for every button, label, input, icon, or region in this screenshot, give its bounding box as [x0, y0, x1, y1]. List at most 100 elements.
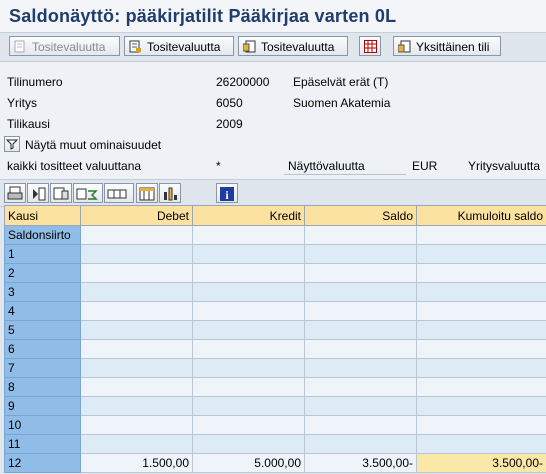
table-row[interactable]: Saldonsiirto — [4, 225, 546, 245]
cell-kausi[interactable]: 3 — [4, 282, 81, 302]
cell-kausi[interactable]: 10 — [4, 415, 81, 435]
cell-kausi[interactable]: Saldonsiirto — [4, 225, 81, 245]
table-row[interactable]: 11 — [4, 434, 546, 454]
filter-icon — [53, 187, 69, 200]
table-row[interactable]: 8 — [4, 377, 546, 397]
column-header-saldo[interactable]: Saldo — [304, 205, 417, 226]
layout-button[interactable] — [136, 183, 158, 203]
single-account-button[interactable]: Yksittäinen tili — [393, 36, 501, 56]
cell-kausi[interactable]: 5 — [4, 320, 81, 340]
chart-button[interactable] — [159, 183, 181, 203]
cell-kausi[interactable]: 1 — [4, 244, 81, 264]
cell-kredit[interactable]: 5.000,00 — [192, 453, 305, 473]
display-currency-underline — [284, 174, 406, 175]
cell-saldo[interactable] — [304, 415, 417, 435]
cell-kumuloitu[interactable]: 3.500,00- — [416, 453, 546, 473]
cell-kredit[interactable] — [192, 225, 305, 245]
info-button[interactable]: i — [216, 183, 238, 203]
document-currency-button[interactable]: Tositevaluutta — [124, 36, 234, 56]
cell-kumuloitu[interactable] — [416, 339, 546, 359]
cell-saldo[interactable] — [304, 320, 417, 340]
cell-debet[interactable] — [80, 377, 193, 397]
button-label: Yksittäinen tili — [416, 40, 490, 54]
cell-kumuloitu[interactable] — [416, 320, 546, 340]
cell-saldo[interactable] — [304, 339, 417, 359]
cell-kausi[interactable]: 6 — [4, 339, 81, 359]
cell-saldo[interactable] — [304, 225, 417, 245]
cell-kredit[interactable] — [192, 244, 305, 264]
cell-kumuloitu[interactable] — [416, 263, 546, 283]
filter-button[interactable] — [50, 183, 72, 203]
sum-button[interactable] — [73, 183, 103, 203]
show-more-button[interactable] — [4, 136, 20, 152]
table-row[interactable]: 12 1.500,00 5.000,00 3.500,00- 3.500,00- — [4, 453, 546, 473]
table-row[interactable]: 1 — [4, 244, 546, 264]
table-row[interactable]: 4 — [4, 301, 546, 321]
cell-debet[interactable] — [80, 434, 193, 454]
table-row[interactable]: 5 — [4, 320, 546, 340]
column-header-kausi[interactable]: Kausi — [4, 205, 81, 226]
column-header-debet[interactable]: Debet — [80, 205, 193, 226]
cell-kumuloitu[interactable] — [416, 301, 546, 321]
cell-kausi[interactable]: 7 — [4, 358, 81, 378]
cell-kredit[interactable] — [192, 377, 305, 397]
cell-saldo[interactable] — [304, 377, 417, 397]
cell-kumuloitu[interactable] — [416, 434, 546, 454]
sort-button[interactable] — [27, 183, 49, 203]
cell-debet[interactable]: 1.500,00 — [80, 453, 193, 473]
cell-kumuloitu[interactable] — [416, 358, 546, 378]
cell-kumuloitu[interactable] — [416, 225, 546, 245]
cell-debet[interactable] — [80, 244, 193, 264]
table-row[interactable]: 10 — [4, 415, 546, 435]
cell-debet[interactable] — [80, 415, 193, 435]
cell-debet[interactable] — [80, 282, 193, 302]
cell-kredit[interactable] — [192, 320, 305, 340]
column-header-kumuloitu[interactable]: Kumuloitu saldo — [416, 205, 546, 226]
cell-saldo[interactable]: 3.500,00- — [304, 453, 417, 473]
cell-debet[interactable] — [80, 225, 193, 245]
cell-kausi[interactable]: 9 — [4, 396, 81, 416]
column-header-kredit[interactable]: Kredit — [192, 205, 305, 226]
cell-saldo[interactable] — [304, 396, 417, 416]
subtotal-button[interactable] — [104, 183, 134, 203]
cell-debet[interactable] — [80, 301, 193, 321]
cell-kumuloitu[interactable] — [416, 415, 546, 435]
grid-button[interactable] — [359, 36, 381, 56]
cell-kredit[interactable] — [192, 434, 305, 454]
cell-kumuloitu[interactable] — [416, 377, 546, 397]
cell-kausi[interactable]: 12 — [4, 453, 81, 473]
cell-kredit[interactable] — [192, 396, 305, 416]
cell-debet[interactable] — [80, 396, 193, 416]
display-currency-value: EUR — [412, 159, 438, 173]
cell-kredit[interactable] — [192, 263, 305, 283]
cell-debet[interactable] — [80, 263, 193, 283]
cell-kredit[interactable] — [192, 415, 305, 435]
cell-kumuloitu[interactable] — [416, 282, 546, 302]
document-currency-list-button[interactable]: Tositevaluutta — [238, 36, 348, 56]
cell-saldo[interactable] — [304, 434, 417, 454]
cell-kumuloitu[interactable] — [416, 396, 546, 416]
cell-kausi[interactable]: 4 — [4, 301, 81, 321]
cell-kausi[interactable]: 11 — [4, 434, 81, 454]
cell-kredit[interactable] — [192, 282, 305, 302]
cell-debet[interactable] — [80, 358, 193, 378]
cell-kausi[interactable]: 2 — [4, 263, 81, 283]
cell-saldo[interactable] — [304, 358, 417, 378]
table-row[interactable]: 6 — [4, 339, 546, 359]
cell-kredit[interactable] — [192, 358, 305, 378]
cell-saldo[interactable] — [304, 244, 417, 264]
table-row[interactable]: 3 — [4, 282, 546, 302]
table-row[interactable]: 9 — [4, 396, 546, 416]
cell-saldo[interactable] — [304, 301, 417, 321]
print-button[interactable] — [4, 183, 26, 203]
cell-debet[interactable] — [80, 320, 193, 340]
cell-kausi[interactable]: 8 — [4, 377, 81, 397]
cell-saldo[interactable] — [304, 282, 417, 302]
table-row[interactable]: 7 — [4, 358, 546, 378]
cell-saldo[interactable] — [304, 263, 417, 283]
cell-kredit[interactable] — [192, 339, 305, 359]
cell-debet[interactable] — [80, 339, 193, 359]
cell-kredit[interactable] — [192, 301, 305, 321]
cell-kumuloitu[interactable] — [416, 244, 546, 264]
table-row[interactable]: 2 — [4, 263, 546, 283]
